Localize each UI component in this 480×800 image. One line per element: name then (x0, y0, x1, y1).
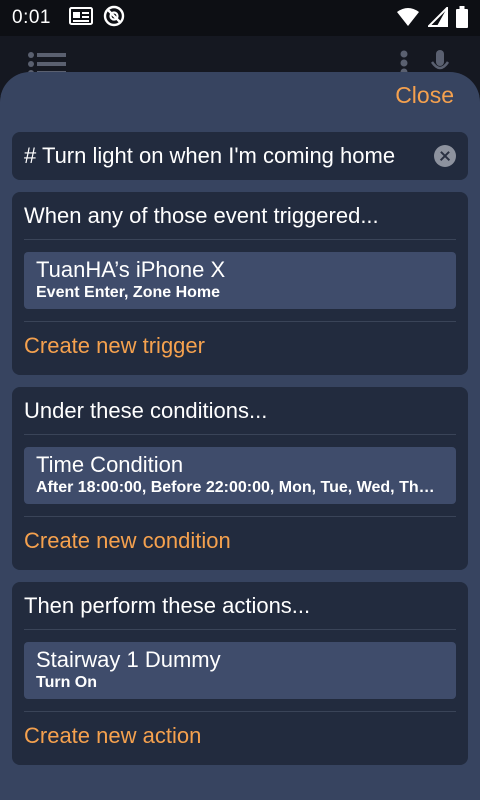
condition-item[interactable]: Time Condition After 18:00:00, Before 22… (24, 447, 456, 504)
news-icon (68, 6, 93, 30)
automation-name-input[interactable]: # Turn light on when I'm coming home (24, 143, 428, 169)
clear-icon[interactable] (434, 145, 456, 167)
status-bar: 0:01 (0, 0, 480, 36)
automation-name-field[interactable]: # Turn light on when I'm coming home (12, 132, 468, 180)
item-title: Stairway 1 Dummy (36, 647, 221, 672)
item-title: TuanHA’s iPhone X (36, 257, 226, 282)
item-subtitle: Event Enter, Zone Home (36, 284, 221, 301)
status-time: 0:01 (12, 7, 51, 28)
status-left-icons (68, 5, 125, 32)
section-header: When any of those event triggered... (24, 192, 456, 240)
cellular-icon (426, 5, 448, 32)
actions-section: Then perform these actions... Stairway 1… (12, 582, 468, 765)
status-right-icons (396, 5, 468, 33)
conditions-section: Under these conditions... Time Condition… (12, 387, 468, 570)
section-header: Then perform these actions... (24, 582, 456, 630)
automation-editor-sheet: Close # Turn light on when I'm coming ho… (0, 72, 480, 800)
wifi-icon (396, 7, 420, 32)
create-condition-button[interactable]: Create new condition (24, 517, 456, 567)
battery-icon (456, 6, 468, 33)
create-trigger-button[interactable]: Create new trigger (24, 322, 456, 372)
action-item[interactable]: Stairway 1 Dummy Turn On (24, 642, 456, 699)
create-action-button[interactable]: Create new action (24, 712, 456, 762)
item-subtitle: Turn On (36, 674, 98, 691)
close-button[interactable]: Close (395, 82, 454, 109)
at-sign-icon (103, 5, 125, 32)
section-header: Under these conditions... (24, 387, 456, 435)
trigger-item[interactable]: TuanHA’s iPhone X Event Enter, Zone Home (24, 252, 456, 309)
item-title: Time Condition (36, 452, 184, 477)
item-subtitle: After 18:00:00, Before 22:00:00, Mon, Tu… (36, 479, 444, 496)
triggers-section: When any of those event triggered... Tua… (12, 192, 468, 375)
